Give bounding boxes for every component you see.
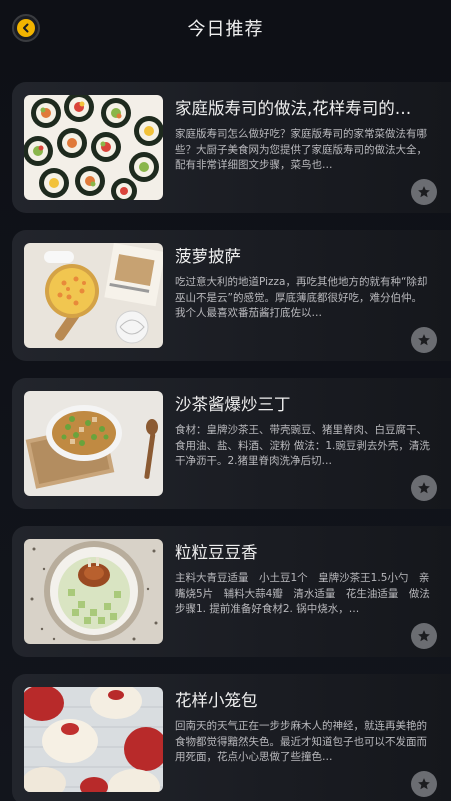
recipe-card[interactable]: 粒粒豆豆香 主料大青豆适量 小土豆1个 皇牌沙茶王1.5小勺 亲嘴烧5片 辅料大…: [12, 526, 451, 657]
header: 今日推荐: [0, 0, 451, 56]
recipe-title: 沙茶酱爆炒三丁: [175, 395, 291, 414]
favorite-button[interactable]: [411, 475, 437, 501]
favorite-button[interactable]: [411, 771, 437, 797]
recipe-description: 吃过意大利的地道Pizza，再吃其他地方的就有种“除却巫山不是云”的感觉。厚底薄…: [175, 276, 428, 319]
recipe-thumbnail: [24, 687, 163, 792]
recipe-card[interactable]: 菠萝披萨 吃过意大利的地道Pizza，再吃其他地方的就有种“除却巫山不是云”的感…: [12, 230, 451, 361]
back-arrow-icon: [17, 19, 35, 37]
favorite-button[interactable]: [411, 179, 437, 205]
recipe-list: 家庭版寿司的做法,花样寿司的… 家庭版寿司怎么做好吃？家庭版寿司的家常菜做法有哪…: [12, 82, 451, 801]
recipe-info: 沙茶酱爆炒三丁 食材：皇牌沙茶王、带壳豌豆、猪里脊肉、白豆腐干、食用油、盐、料酒…: [175, 391, 431, 470]
favorite-button[interactable]: [411, 623, 437, 649]
back-button[interactable]: [12, 14, 40, 42]
recipe-card[interactable]: 沙茶酱爆炒三丁 食材：皇牌沙茶王、带壳豌豆、猪里脊肉、白豆腐干、食用油、盐、料酒…: [12, 378, 451, 509]
recipe-info: 花样小笼包 回南天的天气正在一步步麻木人的神经，就连再美艳的食物都觉得黯然失色。…: [175, 687, 431, 766]
star-icon: [418, 482, 430, 494]
star-icon: [418, 186, 430, 198]
recipe-thumbnail: [24, 243, 163, 348]
recipe-description: 家庭版寿司怎么做好吃？家庭版寿司的家常菜做法有哪些？大厨子美食网为您提供了家庭版…: [175, 128, 427, 171]
recipe-title: 家庭版寿司的做法,花样寿司的…: [175, 99, 412, 118]
recipe-title: 花样小笼包: [175, 691, 258, 710]
recipe-description: 主料大青豆适量 小土豆1个 皇牌沙茶王1.5小勺 亲嘴烧5片 辅料大蒜4瓣 清水…: [175, 572, 430, 615]
recipe-title: 菠萝披萨: [175, 247, 241, 266]
page-title: 今日推荐: [187, 19, 264, 40]
recipe-description: 回南天的天气正在一步步麻木人的神经，就连再美艳的食物都觉得黯然失色。最近才知道包…: [175, 720, 427, 763]
recipe-info: 粒粒豆豆香 主料大青豆适量 小土豆1个 皇牌沙茶王1.5小勺 亲嘴烧5片 辅料大…: [175, 539, 431, 618]
star-icon: [418, 630, 430, 642]
recipe-description: 食材：皇牌沙茶王、带壳豌豆、猪里脊肉、白豆腐干、食用油、盐、料酒、淀粉 做法：1…: [175, 424, 430, 467]
star-icon: [418, 334, 430, 346]
recipe-thumbnail: [24, 391, 163, 496]
recipe-thumbnail: [24, 95, 163, 200]
recipe-info: 家庭版寿司的做法,花样寿司的… 家庭版寿司怎么做好吃？家庭版寿司的家常菜做法有哪…: [175, 95, 431, 174]
recipe-thumbnail: [24, 539, 163, 644]
recipe-title: 粒粒豆豆香: [175, 543, 258, 562]
app-root: 今日推荐 家庭版寿司的做法,花样寿司的… 家庭版寿司怎么做好吃？家庭版寿司的家常…: [0, 0, 451, 801]
favorite-button[interactable]: [411, 327, 437, 353]
recipe-card[interactable]: 家庭版寿司的做法,花样寿司的… 家庭版寿司怎么做好吃？家庭版寿司的家常菜做法有哪…: [12, 82, 451, 213]
star-icon: [418, 778, 430, 790]
recipe-card[interactable]: 花样小笼包 回南天的天气正在一步步麻木人的神经，就连再美艳的食物都觉得黯然失色。…: [12, 674, 451, 801]
recipe-info: 菠萝披萨 吃过意大利的地道Pizza，再吃其他地方的就有种“除却巫山不是云”的感…: [175, 243, 431, 322]
